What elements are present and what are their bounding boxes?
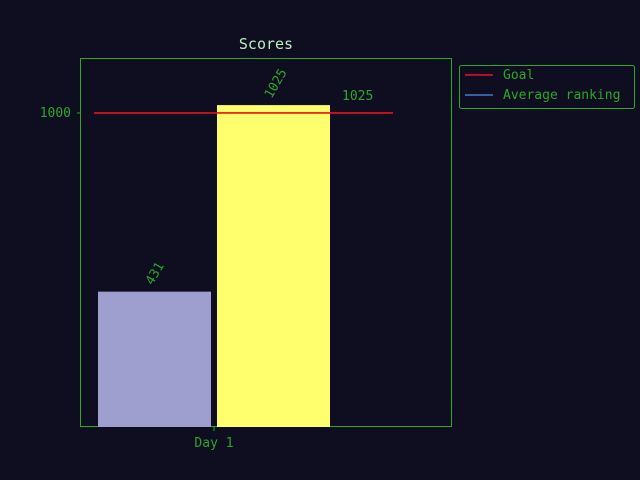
bar-2-value-label: 1025 bbox=[262, 66, 291, 101]
legend: Goal Average ranking bbox=[459, 65, 635, 109]
scores-chart: Scores 431 1025 1025 1000 Day 1 Goal Averag… bbox=[40, 35, 635, 451]
legend-label-2: Average ranking bbox=[503, 88, 620, 103]
legend-label-1: Goal bbox=[503, 68, 534, 83]
bars-layer: 431 1025 bbox=[98, 66, 330, 427]
bar-1 bbox=[98, 291, 211, 427]
x-tick-label: Day 1 bbox=[194, 436, 233, 451]
average-ranking-label: 1025 bbox=[342, 89, 373, 104]
chart-title: Scores bbox=[239, 35, 293, 53]
bar-2 bbox=[217, 105, 330, 427]
y-tick-label: 1000 bbox=[40, 106, 71, 121]
bar-1-value-label: 431 bbox=[143, 260, 168, 288]
